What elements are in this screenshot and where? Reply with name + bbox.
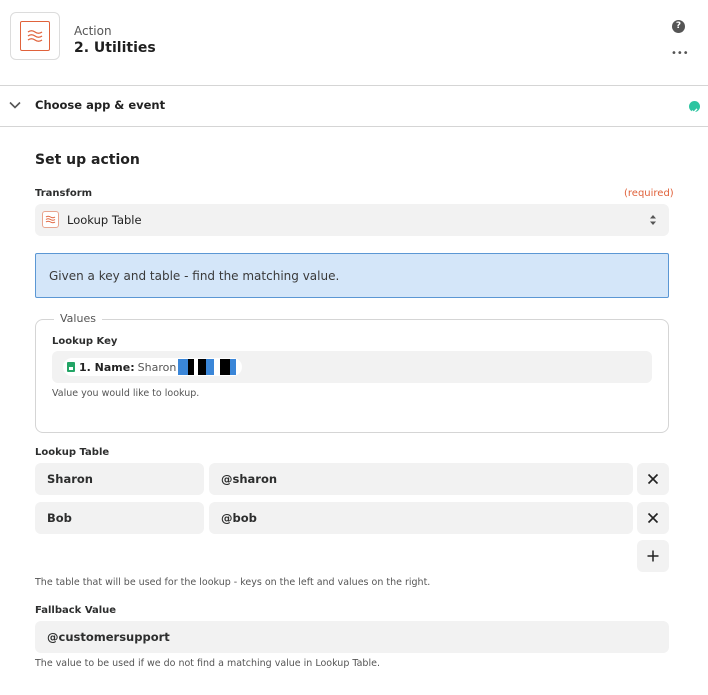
value-text: @bob: [221, 511, 257, 525]
step-type: Action: [74, 24, 112, 38]
lookup-table-value-input[interactable]: @bob: [209, 502, 633, 534]
values-legend: Values: [54, 312, 102, 325]
lookup-table-key-input[interactable]: Sharon: [35, 463, 204, 495]
step-header: Action 2. Utilities ? •••: [0, 0, 708, 86]
lookup-key-input[interactable]: 1. Name: Sharon: [52, 351, 652, 383]
setup-title: Set up action: [35, 152, 140, 168]
fallback-value-hint: The value to be used if we do not find a…: [35, 658, 380, 669]
required-label: (required): [624, 188, 674, 199]
utilities-waves-icon: [20, 21, 50, 51]
help-icon[interactable]: ?: [672, 20, 685, 33]
remove-row-button[interactable]: [637, 502, 669, 534]
fallback-value-label: Fallback Value: [35, 605, 117, 616]
plus-icon: [647, 550, 659, 562]
redacted-text: [178, 359, 237, 375]
value-text: @sharon: [221, 472, 278, 486]
chevron-down-icon: [9, 101, 21, 109]
section-label: Choose app & event: [35, 98, 166, 112]
pill-key: 1. Name:: [79, 360, 135, 374]
select-arrows-icon: [650, 215, 656, 225]
lookup-table-key-input[interactable]: Bob: [35, 502, 204, 534]
key-text: Bob: [47, 511, 72, 525]
lookup-key-label: Lookup Key: [52, 336, 118, 347]
lookup-table-value-input[interactable]: @sharon: [209, 463, 633, 495]
lookup-key-hint: Value you would like to lookup.: [52, 388, 200, 399]
remove-row-button[interactable]: [637, 463, 669, 495]
lookup-table-label: Lookup Table: [35, 447, 110, 458]
info-text: Given a key and table - find the matchin…: [49, 269, 340, 283]
lookup-table-icon: [42, 211, 59, 228]
fallback-value-text: @customersupport: [47, 630, 170, 644]
fallback-value-input[interactable]: @customersupport: [35, 621, 669, 653]
step-title: 2. Utilities: [74, 40, 156, 56]
transform-select[interactable]: Lookup Table: [35, 204, 669, 236]
close-icon: [647, 512, 659, 524]
app-icon-box: [10, 12, 60, 60]
mapped-field-pill[interactable]: 1. Name: Sharon: [63, 358, 243, 376]
transform-value: Lookup Table: [67, 213, 142, 227]
add-row-button[interactable]: [637, 540, 669, 572]
close-icon: [647, 473, 659, 485]
key-text: Sharon: [47, 472, 93, 486]
info-banner: Given a key and table - find the matchin…: [35, 253, 669, 298]
check-circle-icon: [689, 101, 700, 114]
values-group: Values Lookup Key 1. Name: Sharon Value …: [35, 312, 669, 433]
pill-value: Sharon: [137, 360, 177, 374]
choose-app-event-section[interactable]: Choose app & event: [0, 86, 708, 127]
transform-label: Transform: [35, 188, 93, 199]
lookup-table-hint: The table that will be used for the look…: [35, 577, 431, 588]
google-sheets-icon: [67, 362, 75, 372]
more-options-icon[interactable]: •••: [671, 48, 689, 59]
